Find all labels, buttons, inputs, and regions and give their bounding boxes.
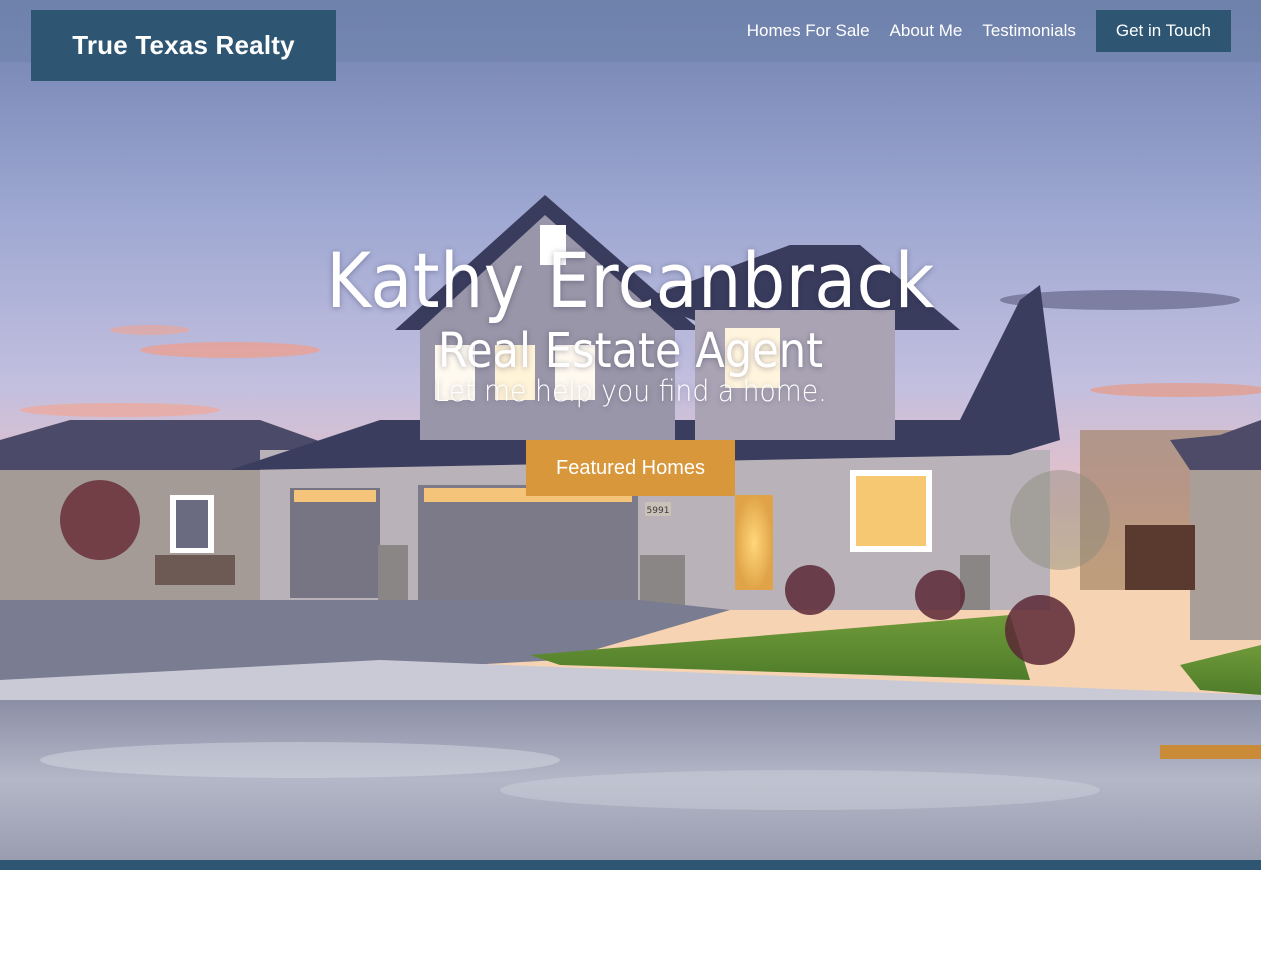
agent-name: Kathy Ercanbrack: [326, 236, 935, 325]
nav-link-homes-for-sale[interactable]: Homes For Sale: [747, 21, 870, 41]
house-number-plate: 5991: [647, 506, 670, 516]
featured-homes-button[interactable]: Featured Homes: [526, 440, 735, 496]
main-nav: Homes For Sale About Me Testimonials Get…: [747, 10, 1231, 52]
get-in-touch-button[interactable]: Get in Touch: [1095, 10, 1231, 52]
site-logo[interactable]: True Texas Realty: [31, 10, 336, 81]
agent-role: Real Estate Agent: [437, 323, 824, 379]
nav-link-testimonials[interactable]: Testimonials: [982, 21, 1076, 41]
hero-section: 5991 True Texas Realty Homes For Sale Ab…: [0, 0, 1261, 860]
nav-link-about-me[interactable]: About Me: [890, 21, 963, 41]
hero-background-image: 5991: [0, 0, 1261, 860]
site-name: True Texas Realty: [72, 30, 295, 60]
hero-bottom-border: [0, 860, 1261, 870]
hero-tagline: Let me help you find a home.: [434, 374, 827, 408]
